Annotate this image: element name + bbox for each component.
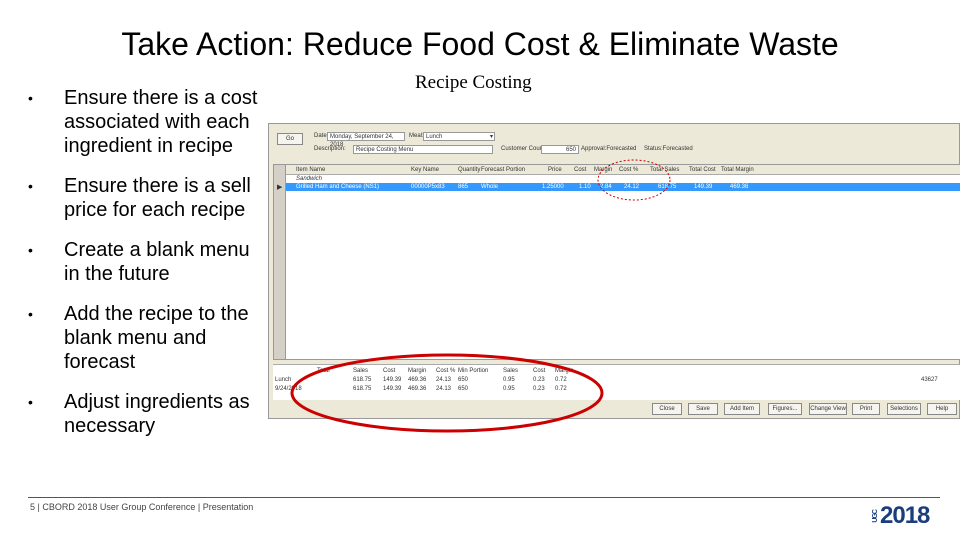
logo-year: 2018 <box>880 502 930 529</box>
cost-pct-highlight-circle <box>597 159 671 201</box>
logo-prefix: UGC <box>872 510 879 523</box>
footer-text: 5 | CBORD 2018 User Group Conference | P… <box>30 502 254 512</box>
summary-highlight-circle <box>290 353 604 433</box>
ugc-2018-logo: UGC2018 <box>872 502 930 530</box>
footer-divider <box>28 497 940 498</box>
highlight-annotations <box>290 159 671 433</box>
